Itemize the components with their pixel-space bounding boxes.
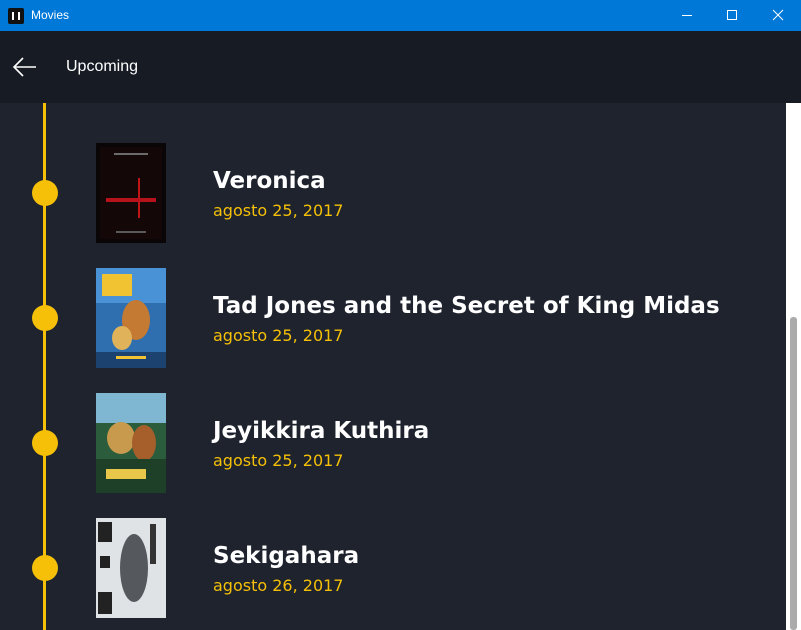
- movie-title: Tad Jones and the Secret of King Midas: [213, 293, 720, 319]
- movie-item[interactable]: Sekigahara agosto 26, 2017: [0, 518, 786, 628]
- maximize-button[interactable]: [709, 0, 755, 31]
- scrollbar[interactable]: [786, 103, 801, 630]
- movie-date: agosto 25, 2017: [213, 201, 344, 220]
- back-button[interactable]: [8, 51, 42, 83]
- window-titlebar: Movies: [0, 0, 801, 31]
- app-header: Upcoming: [0, 31, 801, 103]
- movie-title: Sekigahara: [213, 543, 360, 569]
- close-icon: [772, 9, 784, 21]
- movie-poster[interactable]: [96, 268, 166, 368]
- timeline-dot: [32, 305, 58, 331]
- movie-date: agosto 26, 2017: [213, 576, 344, 595]
- movie-poster[interactable]: [96, 518, 166, 618]
- movie-item[interactable]: Veronica agosto 25, 2017: [0, 143, 786, 253]
- movie-poster[interactable]: [96, 393, 166, 493]
- movie-poster[interactable]: [96, 143, 166, 243]
- upcoming-timeline: Veronica agosto 25, 2017 Tad Jones and t…: [0, 103, 786, 630]
- poster-veronica: [96, 143, 166, 243]
- scrollbar-thumb[interactable]: [790, 317, 797, 630]
- movie-title: Veronica: [213, 168, 326, 194]
- poster-tad-jones: [96, 268, 166, 368]
- timeline-dot: [32, 430, 58, 456]
- movie-date: agosto 25, 2017: [213, 326, 344, 345]
- close-button[interactable]: [755, 0, 801, 31]
- movie-title: Jeyikkira Kuthira: [213, 418, 430, 444]
- timeline-dot: [32, 180, 58, 206]
- movie-item[interactable]: Tad Jones and the Secret of King Midas a…: [0, 268, 786, 378]
- minimize-icon: [682, 15, 692, 16]
- poster-sekigahara: [96, 518, 166, 618]
- app-icon: [8, 8, 24, 24]
- page-title: Upcoming: [66, 58, 139, 75]
- window-title: Movies: [31, 8, 70, 22]
- poster-jeyikkira-kuthira: [96, 393, 166, 493]
- movie-item[interactable]: Jeyikkira Kuthira agosto 25, 2017: [0, 393, 786, 503]
- back-arrow-icon: [12, 57, 36, 77]
- timeline-dot: [32, 555, 58, 581]
- movie-date: agosto 25, 2017: [213, 451, 344, 470]
- minimize-button[interactable]: [664, 0, 710, 31]
- maximize-icon: [727, 10, 737, 20]
